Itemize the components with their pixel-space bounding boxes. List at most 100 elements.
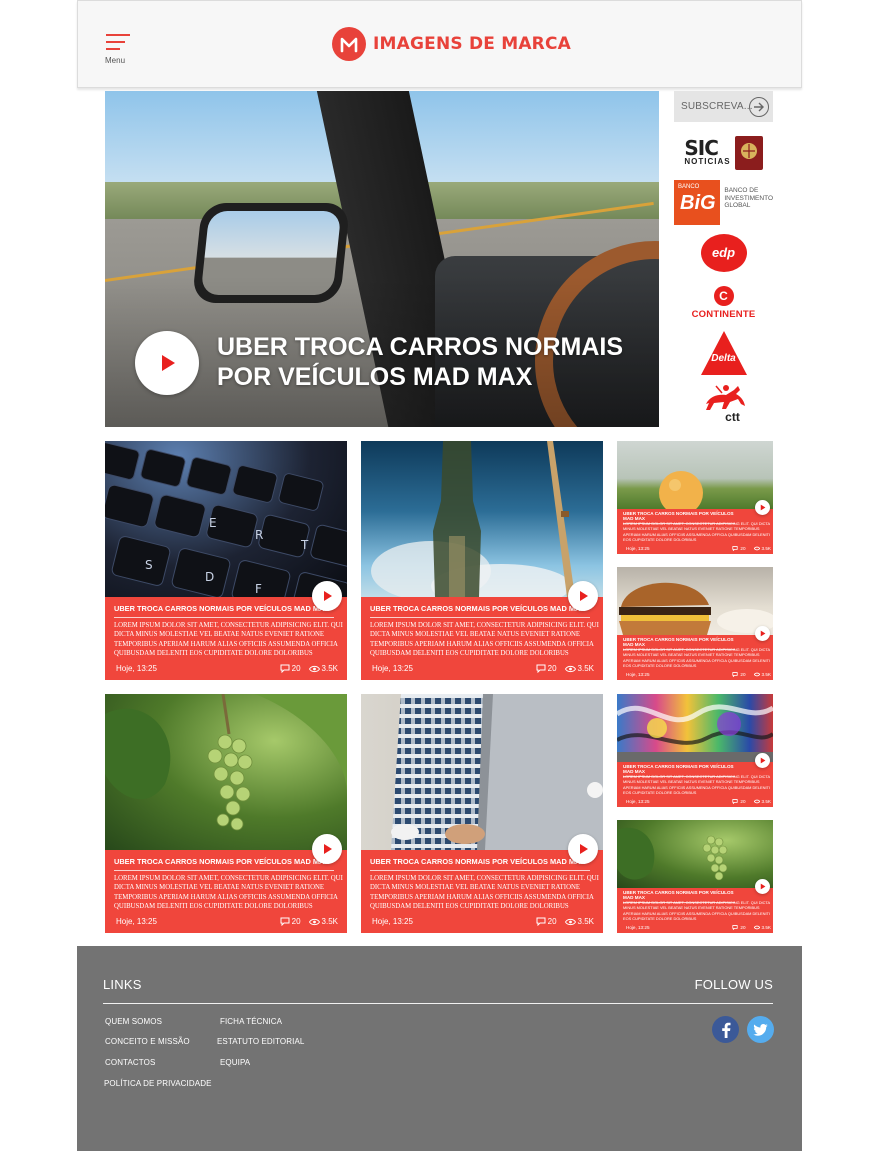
sic-globe-icon	[734, 135, 763, 170]
article-image-bottle	[361, 441, 603, 608]
sponsor-big-text: BiG	[680, 192, 716, 214]
article-card[interactable]: UBER TROCA CARROS NORMAIS POR VEÍCULOS M…	[361, 441, 603, 680]
svg-text:E: E	[209, 516, 217, 530]
article-play-button[interactable]	[312, 834, 342, 864]
comment-count: 20	[740, 546, 746, 551]
article-play-button[interactable]	[568, 834, 598, 864]
article-card-body: UBER TROCA CARROS NORMAIS POR VEÍCULOS M…	[617, 635, 773, 680]
play-icon	[760, 504, 766, 511]
article-image-orange	[617, 441, 773, 515]
article-card[interactable]: E R T S D F UBER TROCA CARROS NORMAIS POR VE…	[105, 441, 347, 680]
article-card[interactable]: UBER TROCA CARROS NORMAIS POR VEÍCULOS M…	[105, 694, 347, 933]
twitter-button[interactable]	[747, 1016, 774, 1043]
article-title[interactable]: UBER TROCA CARROS NORMAIS POR VEÍCULOS M…	[370, 857, 590, 871]
hero-feature[interactable]: UBER TROCA CARROS NORMAIS POR VEÍCULOS M…	[105, 91, 659, 427]
article-date: Hoje, 13:25	[626, 672, 650, 677]
subscribe-button[interactable]: SUBSCREVA...	[674, 91, 773, 122]
hero-play-button[interactable]	[135, 331, 199, 395]
footer-link-estatuto-editorial[interactable]: ESTATUTO EDITORIAL	[217, 1037, 304, 1046]
sponsor-banco-big[interactable]: BANCO BiG BANCO DE INVESTIMENTO GLOBAL	[674, 180, 773, 225]
footer-link-politica-privacidade[interactable]: POLÍTICA DE PRIVACIDADE	[104, 1079, 212, 1088]
hero-title[interactable]: UBER TROCA CARROS NORMAIS POR VEÍCULOS M…	[217, 332, 637, 392]
article-meta: Hoje, 13:25 20 3.5K	[105, 917, 347, 926]
comment-icon	[732, 799, 739, 804]
article-play-button[interactable]	[312, 581, 342, 611]
sponsor-big-small-text: BANCO	[678, 184, 700, 190]
svg-text:S: S	[145, 558, 153, 572]
play-icon	[162, 355, 175, 371]
footer-link-equipa[interactable]: EQUIPA	[220, 1058, 250, 1067]
article-card-small[interactable]: UBER TROCA CARROS NORMAIS POR VEÍCULOS M…	[617, 567, 773, 680]
view-count: 3.5K	[321, 664, 338, 673]
play-icon	[760, 757, 766, 764]
footer-link-conceito-missao[interactable]: CONCEITO E MISSÃO	[105, 1037, 190, 1046]
footer-links-title: LINKS	[103, 977, 142, 992]
article-date: Hoje, 13:25	[116, 917, 157, 926]
article-meta: Hoje, 13:25 20 3.5K	[617, 546, 773, 551]
article-play-button[interactable]	[755, 879, 770, 894]
eye-icon	[753, 546, 760, 551]
article-excerpt: Lorem ipsum dolor sit amet, consectetur …	[623, 774, 771, 796]
footer-link-quem-somos[interactable]: QUEM SOMOS	[105, 1017, 162, 1026]
sponsor-sic-subtext: NOTICIAS	[684, 157, 731, 166]
article-card-body: UBER TROCA CARROS NORMAIS POR VEÍCULOS M…	[105, 850, 347, 933]
brand-logo-link[interactable]: IMAGENS DE MARCA	[332, 25, 571, 63]
sponsor-ctt[interactable]: ctt	[674, 380, 773, 425]
hero-title-line2: POR VEÍCULOS MAD MAX	[217, 363, 533, 391]
article-meta: Hoje, 13:25 20 3.5K	[361, 664, 603, 673]
comment-count: 20	[291, 664, 301, 673]
eye-icon	[308, 918, 320, 925]
comment-count: 20	[547, 664, 557, 673]
article-card-body: UBER TROCA CARROS NORMAIS POR VEÍCULOS M…	[617, 888, 773, 933]
article-play-button[interactable]	[755, 626, 770, 641]
comment-icon	[536, 917, 546, 926]
article-title[interactable]: UBER TROCA CARROS NORMAIS POR VEÍCULOS M…	[114, 604, 334, 618]
twitter-icon	[753, 1023, 768, 1036]
article-meta: Hoje, 13:25 20 3.5K	[361, 917, 603, 926]
play-icon	[324, 591, 332, 601]
sponsor-sic-noticias[interactable]: SIC NOTICIAS	[674, 130, 773, 175]
footer-link-contactos[interactable]: CONTACTOS	[105, 1058, 155, 1067]
eye-icon	[753, 799, 760, 804]
site-footer: LINKS FOLLOW US QUEM SOMOS CONCEITO E MI…	[77, 946, 802, 1151]
svg-text:F: F	[255, 582, 262, 596]
article-card-small[interactable]: UBER TROCA CARROS NORMAIS POR VEÍCULOS M…	[617, 441, 773, 554]
delta-triangle-icon: Delta	[700, 330, 747, 375]
article-excerpt: Lorem ipsum dolor sit amet, consectetur …	[114, 875, 343, 911]
facebook-button[interactable]	[712, 1016, 739, 1043]
site-header: Menu IMAGENS DE MARCA	[77, 0, 802, 88]
comment-icon	[732, 672, 739, 677]
article-card[interactable]: UBER TROCA CARROS NORMAIS POR VEÍCULOS M…	[361, 694, 603, 933]
article-card-small[interactable]: UBER TROCA CARROS NORMAIS POR VEÍCULOS M…	[617, 820, 773, 933]
play-icon	[324, 844, 332, 854]
menu-button[interactable]: Menu	[105, 34, 137, 68]
article-date: Hoje, 13:25	[372, 664, 413, 673]
menu-bar	[106, 41, 125, 43]
menu-bar	[106, 34, 130, 36]
article-title[interactable]: UBER TROCA CARROS NORMAIS POR VEÍCULOS M…	[114, 857, 334, 871]
eye-icon	[564, 665, 576, 672]
play-icon	[760, 883, 766, 890]
article-excerpt: Lorem ipsum dolor sit amet, consectetur …	[623, 521, 771, 543]
sponsor-edp[interactable]: edp	[674, 230, 773, 275]
sponsor-continente[interactable]: C CONTINENTE	[674, 280, 773, 325]
subscribe-label: SUBSCREVA...	[681, 101, 753, 112]
footer-link-ficha-tecnica[interactable]: FICHA TÉCNICA	[220, 1017, 282, 1026]
eye-icon	[308, 665, 320, 672]
arrow-right-circle-icon	[749, 97, 769, 117]
big-logo-icon: BANCO BiG	[674, 180, 721, 225]
sponsor-sic-text: SIC	[684, 136, 719, 160]
svg-text:T: T	[300, 538, 309, 552]
article-play-button[interactable]	[755, 753, 770, 768]
article-date: Hoje, 13:25	[116, 664, 157, 673]
article-card-small[interactable]: UBER TROCA CARROS NORMAIS POR VEÍCULOS M…	[617, 694, 773, 807]
article-play-button[interactable]	[568, 581, 598, 611]
comment-count: 20	[547, 917, 557, 926]
sponsor-delta[interactable]: Delta	[674, 330, 773, 375]
article-title[interactable]: UBER TROCA CARROS NORMAIS POR VEÍCULOS M…	[370, 604, 590, 618]
article-meta: Hoje, 13:25 20 3.5K	[617, 799, 773, 804]
eye-icon	[753, 925, 760, 930]
view-count: 3.5K	[321, 917, 338, 926]
article-play-button[interactable]	[755, 500, 770, 515]
page-frame: Menu IMAGENS DE MARCA UBER TROCA CARROS …	[77, 0, 802, 1151]
